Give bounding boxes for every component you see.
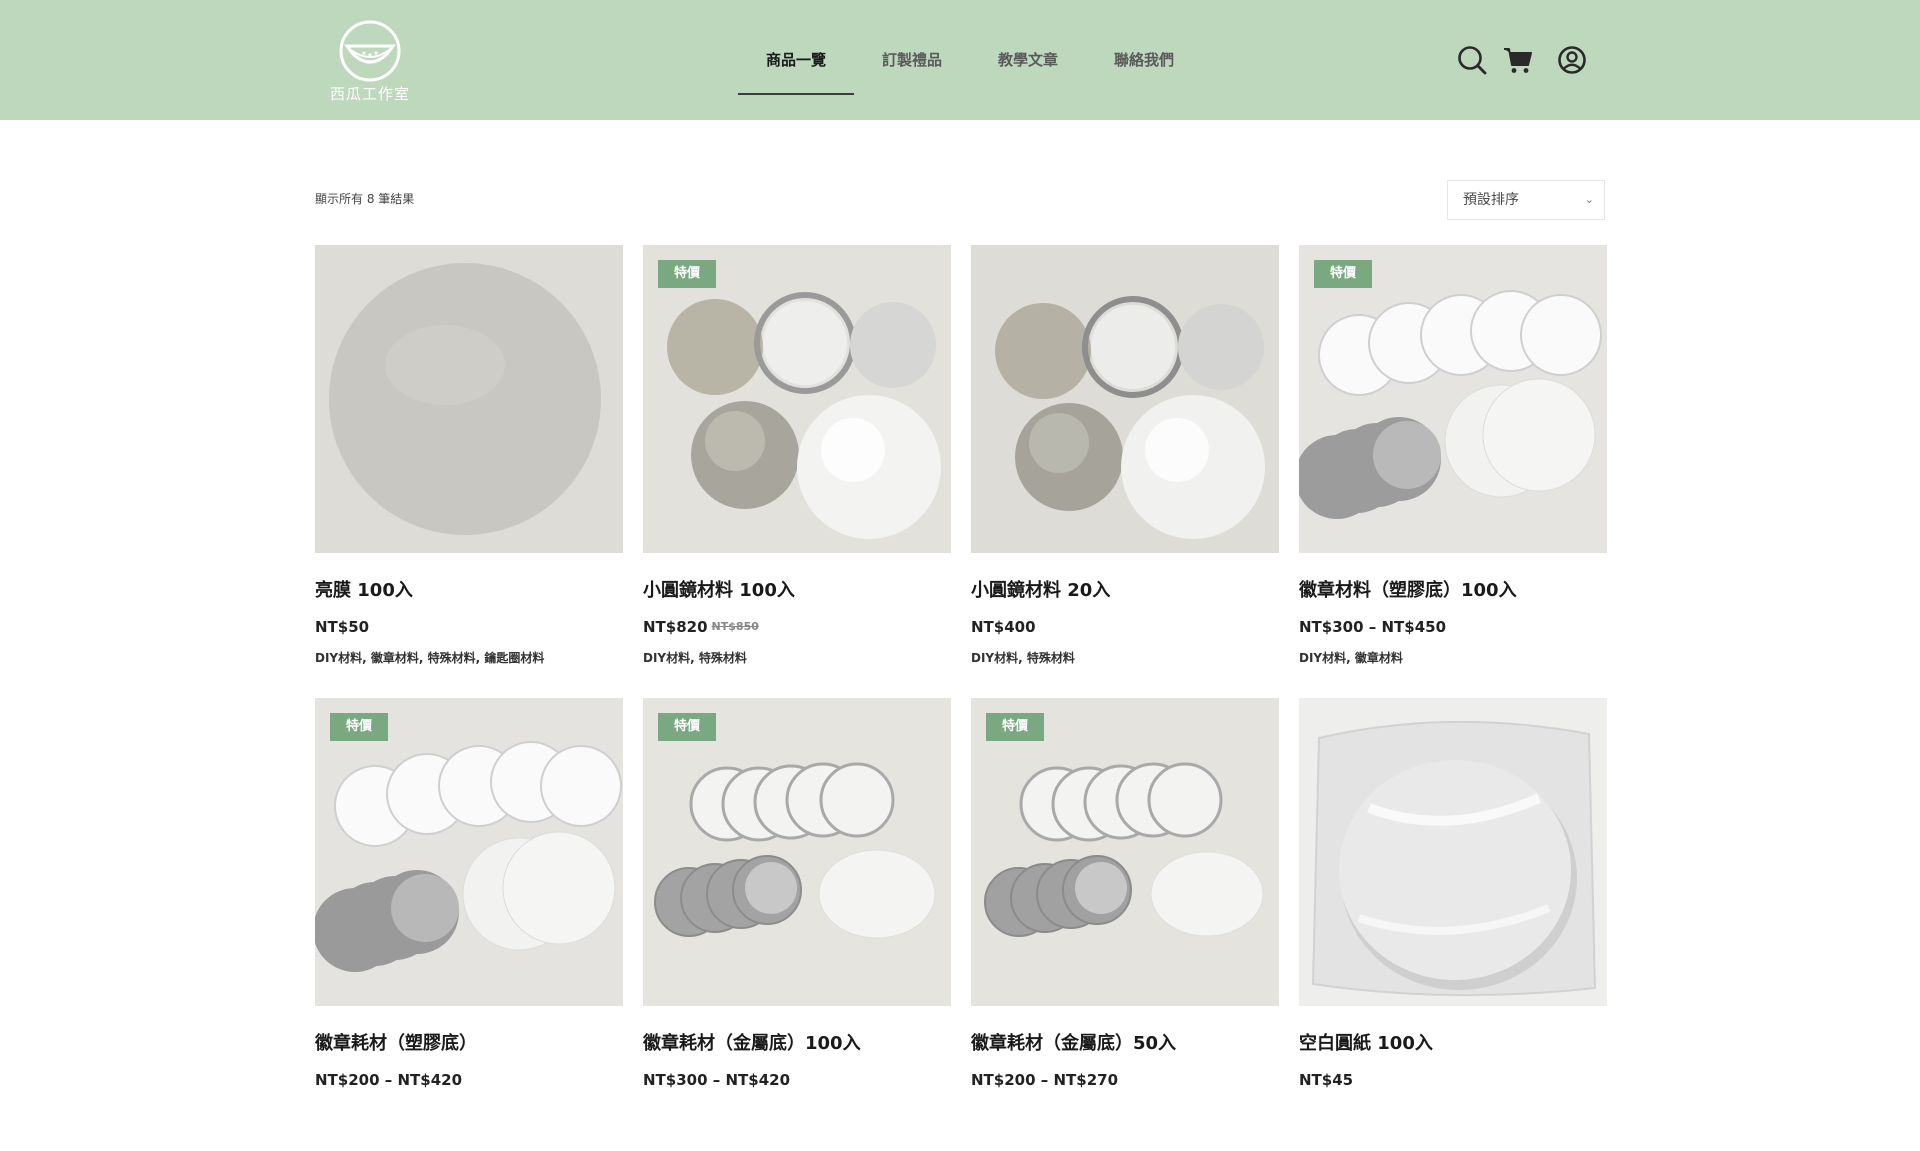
category-link[interactable]: DIY材料 <box>643 651 690 665</box>
sale-badge: 特價 <box>986 713 1045 741</box>
chevron-down-icon: ⌄ <box>1584 193 1594 206</box>
product-card: 特價 徽章材料（塑膠底）100入 NT$300 – NT$450 DIY材料, … <box>1299 245 1607 698</box>
product-title[interactable]: 徽章耗材（塑膠底） <box>315 1032 623 1056</box>
result-count: 顯示所有 8 筆結果 <box>315 192 415 206</box>
product-price: NT$200 – NT$420 <box>315 1070 623 1090</box>
current-price: NT$50 <box>315 618 370 636</box>
category-link[interactable]: 徽章材料 <box>1355 651 1403 665</box>
product-title[interactable]: 小圓鏡材料 20入 <box>971 579 1279 603</box>
sale-badge: 特價 <box>658 713 717 741</box>
product-image[interactable] <box>1299 698 1607 1006</box>
product-categories: DIY材料, 徽章材料, 特殊材料, 鑰匙圈材料 <box>315 651 545 665</box>
product-title[interactable]: 徽章材料（塑膠底）100入 <box>1299 579 1607 603</box>
main-nav: 商品一覽 訂製禮品 教學文章 聯絡我們 <box>738 0 1202 120</box>
product-card: 特價 徽章耗材（金屬底）50入 NT$200 – NT$270 <box>971 698 1279 1151</box>
product-image[interactable] <box>315 245 623 553</box>
product-title[interactable]: 徽章耗材（金屬底）100入 <box>643 1032 951 1056</box>
product-image[interactable]: 特價 <box>643 698 951 1006</box>
product-image[interactable]: 特價 <box>1299 245 1607 553</box>
current-price: NT$200 – NT$420 <box>315 1071 463 1089</box>
sale-badge: 特價 <box>1314 260 1373 288</box>
product-card: 特價 徽章耗材（塑膠底） NT$200 – NT$420 <box>315 698 623 1151</box>
current-price: NT$400 <box>971 618 1036 636</box>
category-link[interactable]: 徽章材料 <box>371 651 419 665</box>
current-price: NT$300 – NT$420 <box>643 1071 791 1089</box>
current-price: NT$45 <box>1299 1071 1354 1089</box>
product-image[interactable]: 特價 <box>971 698 1279 1006</box>
current-price: NT$820 <box>643 618 708 636</box>
product-image[interactable]: 特價 <box>315 698 623 1006</box>
nav-item-custom-gifts[interactable]: 訂製禮品 <box>854 0 970 120</box>
category-link[interactable]: 特殊材料 <box>699 651 747 665</box>
product-title[interactable]: 亮膜 100入 <box>315 579 623 603</box>
category-link[interactable]: DIY材料 <box>315 651 362 665</box>
product-price: NT$300 – NT$420 <box>643 1070 951 1090</box>
product-image[interactable]: 特價 <box>643 245 951 553</box>
product-categories: DIY材料, 徽章材料 <box>1299 651 1403 665</box>
current-price: NT$200 – NT$270 <box>971 1071 1119 1089</box>
product-price: NT$300 – NT$450 <box>1299 617 1607 637</box>
product-title[interactable]: 小圓鏡材料 100入 <box>643 579 951 603</box>
product-categories: DIY材料, 特殊材料 <box>971 651 1075 665</box>
logo-text: 西瓜工作室 <box>330 85 411 103</box>
product-card: 特價 徽章耗材（金屬底）100入 NT$300 – NT$420 <box>643 698 951 1151</box>
product-card: 亮膜 100入 NT$50 DIY材料, 徽章材料, 特殊材料, 鑰匙圈材料 <box>315 245 623 698</box>
product-price: NT$45 <box>1299 1070 1607 1090</box>
product-image[interactable] <box>971 245 1279 553</box>
product-card: 特價 小圓鏡材料 100入 NT$820 NT$850 DIY材料, 特殊材料 <box>643 245 951 698</box>
product-price: NT$50 <box>315 617 623 637</box>
nav-item-tutorials[interactable]: 教學文章 <box>970 0 1086 120</box>
product-title[interactable]: 徽章耗材（金屬底）50入 <box>971 1032 1279 1056</box>
product-card: 空白圓紙 100入 NT$45 <box>1299 698 1607 1151</box>
sale-badge: 特價 <box>330 713 389 741</box>
sort-select-value: 預設排序 <box>1463 192 1519 208</box>
old-price: NT$850 <box>711 620 759 633</box>
watermelon-logo-icon <box>339 20 401 82</box>
site-header: 西瓜工作室 商品一覽 訂製禮品 教學文章 聯絡我們 <box>0 0 1920 120</box>
product-title[interactable]: 空白圓紙 100入 <box>1299 1032 1607 1056</box>
site-logo[interactable]: 西瓜工作室 <box>330 20 410 106</box>
sale-badge: 特價 <box>658 260 717 288</box>
nav-item-contact[interactable]: 聯絡我們 <box>1086 0 1202 120</box>
cart-icon[interactable] <box>1502 44 1534 76</box>
product-card: 小圓鏡材料 20入 NT$400 DIY材料, 特殊材料 <box>971 245 1279 698</box>
product-categories: DIY材料, 特殊材料 <box>643 651 747 665</box>
current-price: NT$300 – NT$450 <box>1299 618 1447 636</box>
category-link[interactable]: 鑰匙圈材料 <box>484 651 544 665</box>
search-icon[interactable] <box>1456 44 1488 76</box>
product-price: NT$200 – NT$270 <box>971 1070 1279 1090</box>
product-price: NT$820 NT$850 <box>643 617 951 637</box>
nav-item-products[interactable]: 商品一覽 <box>738 0 855 120</box>
category-link[interactable]: 特殊材料 <box>428 651 476 665</box>
sort-select[interactable]: 預設排序 ⌄ <box>1447 180 1605 220</box>
category-link[interactable]: DIY材料 <box>1299 651 1346 665</box>
category-link[interactable]: 特殊材料 <box>1027 651 1075 665</box>
account-icon[interactable] <box>1556 44 1588 76</box>
product-price: NT$400 <box>971 617 1279 637</box>
category-link[interactable]: DIY材料 <box>971 651 1018 665</box>
product-grid: 亮膜 100入 NT$50 DIY材料, 徽章材料, 特殊材料, 鑰匙圈材料 特… <box>315 245 1607 1151</box>
